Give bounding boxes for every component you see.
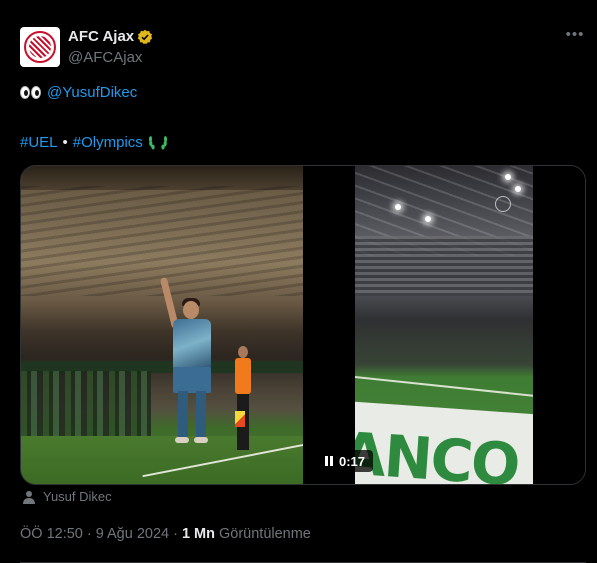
tweet-text-line-1: @YusufDikec [20,84,137,101]
person-icon [23,490,35,504]
meta-dot: · [173,526,178,542]
pitch-banner: ANCO [355,401,533,485]
tweet-meta: ÖÖ 12:50 · 9 Ağu 2024 · 1 Mn Görüntülenm… [20,526,311,542]
video-timer[interactable]: 0:17 [317,450,374,472]
views-label: Görüntülenme [218,526,311,542]
tweet: AFC Ajax @AFCAjax ••• @YusufDikec #UEL •… [0,0,597,563]
eyes-emoji-icon [20,86,41,99]
author-handle[interactable]: @AFCAjax [68,49,142,66]
ajax-logo-icon [24,31,56,63]
tagged-user-name: Yusuf Dikec [43,489,112,504]
tagged-user[interactable]: Yusuf Dikec [22,489,112,504]
more-horizontal-icon[interactable]: ••• [565,27,585,47]
avatar[interactable] [20,27,60,67]
video-time: 0:17 [339,453,366,469]
pause-icon[interactable] [325,456,333,466]
views-count[interactable]: 1 Mn [182,526,215,542]
meta-dot: · [86,526,92,542]
video-stadium[interactable]: ANCO [355,166,533,485]
tweet-date[interactable]: 9 Ağu 2024 [96,526,169,542]
separator: • [62,133,68,151]
pitch-banner-text: ANCO [355,418,521,485]
tweet-time[interactable]: ÖÖ 12:50 [20,526,83,542]
referee-figure [231,346,255,456]
verified-badge-icon [137,29,153,45]
hashtag-olympics-link[interactable]: #Olympics [73,134,143,151]
hashtag-uel-link[interactable]: #UEL [20,134,58,151]
photo-player-waving[interactable] [21,166,303,484]
media-container[interactable]: ANCO 0:17 [20,165,586,485]
author-display-name[interactable]: AFC Ajax [68,28,134,45]
mention-link[interactable]: @YusufDikec [47,84,137,101]
tweet-text-line-2: #UEL • #Olympics [20,133,168,151]
player-figure [156,276,226,481]
watermark-logo-icon [495,196,511,212]
laurel-wreath-icon [148,135,167,150]
